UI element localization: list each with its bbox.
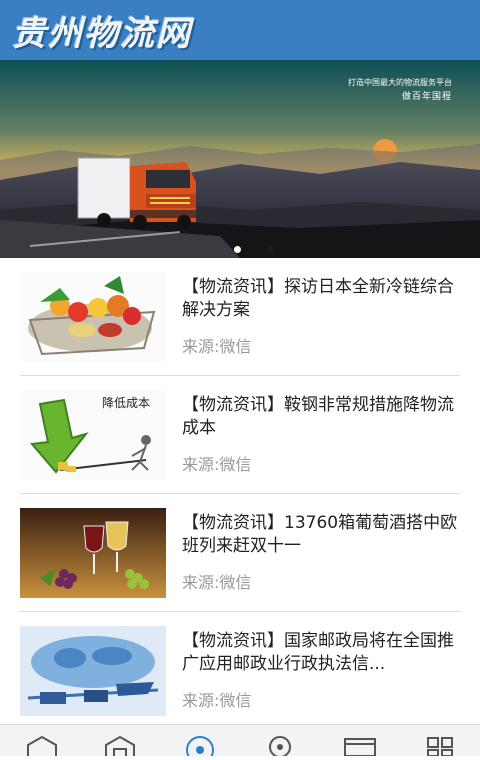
app-header: 贵州物流网	[0, 0, 480, 60]
news-list: 【物流资讯】探访日本全新冷链综合解决方案 来源:微信 降低成本 【物流资讯】鞍钢…	[0, 258, 480, 730]
banner-slogan: 打造中国最大的物流服务平台	[348, 78, 452, 87]
news-title: 【物流资讯】探访日本全新冷链综合解决方案	[182, 277, 454, 320]
news-source: 来源:微信	[182, 455, 252, 474]
news-source: 来源:微信	[182, 573, 252, 592]
carousel-indicator	[234, 238, 295, 253]
banner-slogan-sub: 做百年国程	[401, 92, 452, 102]
target-icon[interactable]	[180, 735, 220, 760]
home-icon[interactable]	[22, 735, 62, 756]
truck-illustration	[77, 157, 196, 229]
home-outline-icon[interactable]	[100, 735, 140, 756]
news-item[interactable]: 【物流资讯】国家邮政局将在全国推广应用邮政业行政执法信... 来源:微信	[0, 612, 480, 730]
site-logo[interactable]: 贵州物流网	[12, 6, 192, 55]
news-thumbnail-cost: 降低成本	[20, 390, 166, 480]
news-thumbnail-vegetables	[20, 272, 166, 362]
news-title: 【物流资讯】国家邮政局将在全国推广应用邮政业行政执法信...	[182, 631, 454, 674]
news-item[interactable]: 降低成本 【物流资讯】鞍钢非常规措施降物流成本 来源:微信	[0, 376, 480, 494]
news-title: 【物流资讯】13760箱葡萄酒搭中欧班列来赶双十一	[182, 513, 458, 556]
browser-window-icon[interactable]	[340, 735, 380, 757]
grid-icon[interactable]	[420, 735, 460, 757]
thumbnail-caption: 降低成本	[102, 396, 151, 410]
news-item[interactable]: 【物流资讯】探访日本全新冷链综合解决方案 来源:微信	[0, 258, 480, 376]
news-source: 来源:微信	[182, 691, 252, 710]
news-title: 【物流资讯】鞍钢非常规措施降物流成本	[182, 395, 454, 438]
carousel-dot-active[interactable]	[234, 246, 241, 253]
news-source: 来源:微信	[182, 337, 252, 356]
banner-carousel[interactable]: 打造中国最大的物流服务平台 做百年国程	[0, 60, 480, 258]
location-pin-icon[interactable]	[260, 735, 300, 758]
news-thumbnail-globe	[20, 626, 166, 716]
bottom-tab-bar	[0, 724, 480, 760]
news-thumbnail-wine	[20, 508, 166, 598]
news-item[interactable]: 【物流资讯】13760箱葡萄酒搭中欧班列来赶双十一 来源:微信	[0, 494, 480, 612]
